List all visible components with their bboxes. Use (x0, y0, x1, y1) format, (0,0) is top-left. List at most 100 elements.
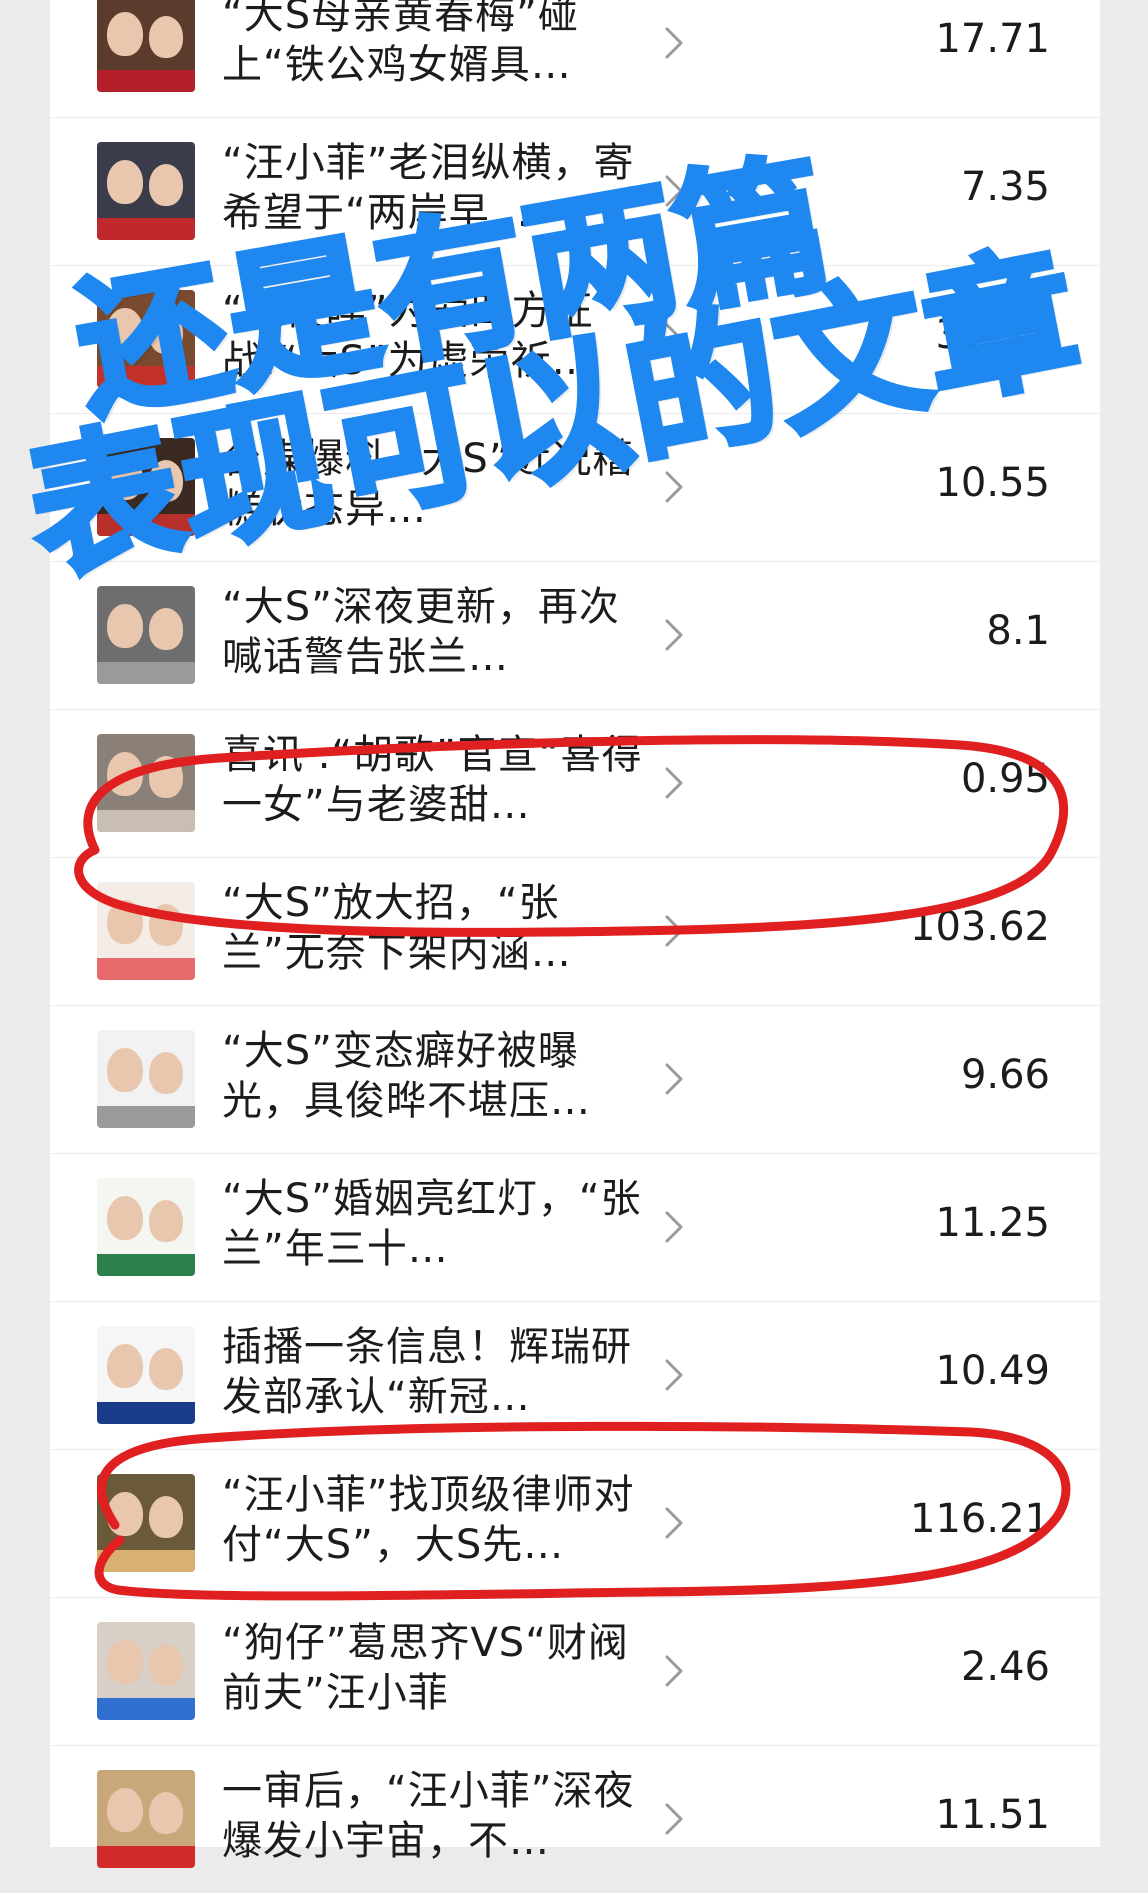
thumbnail-face (149, 1052, 183, 1094)
thumbnail-face (149, 1496, 183, 1538)
thumbnail-face (149, 460, 183, 502)
article-earnings-value: 7.35 (960, 164, 1050, 210)
thumbnail-banner (97, 1254, 195, 1276)
thumbnail-face (107, 900, 143, 944)
thumbnail-banner (97, 70, 195, 92)
article-thumbnail (97, 882, 195, 980)
article-earnings-value: 9.66 (960, 1052, 1050, 1098)
chevron-right-icon (665, 767, 683, 799)
article-row[interactable]: “汪小菲”老泪纵横，寄希望于“两岸早… 7.35 (50, 118, 1100, 266)
article-thumbnail (97, 1622, 195, 1720)
chevron-right-icon (665, 1359, 683, 1391)
article-row[interactable]: “狗仔”葛思齐VS“财阀前夫”汪小菲 2.46 (50, 1598, 1100, 1746)
thumbnail-face (149, 312, 183, 354)
article-row[interactable]: “具俊晔”为爱四方征战.“大S”为虚荣祈… 32.32 (50, 266, 1100, 414)
article-row[interactable]: 台媒爆料.“大S”近况糟糕状态异… 10.55 (50, 414, 1100, 562)
article-title: 插播一条信息！辉瑞研发部承认“新冠… (222, 1324, 632, 1420)
article-row[interactable]: “大S母亲黄春梅”碰上“铁公鸡女婿具… 17.71 (50, 0, 1100, 118)
article-list-panel: “大S母亲黄春梅”碰上“铁公鸡女婿具… 17.71 “汪小菲”老泪纵横，寄希望于“两… (50, 0, 1100, 1868)
chevron-right-icon (665, 1803, 683, 1835)
thumbnail-face (107, 1492, 143, 1536)
article-title: “大S母亲黄春梅”碰上“铁公鸡女婿具… (222, 0, 579, 88)
article-thumbnail (97, 586, 195, 684)
thumbnail-face (107, 1788, 143, 1832)
article-earnings-value: 2.46 (960, 1644, 1050, 1690)
article-title: “大S”变态癖好被曝光，具俊晔不堪压… (222, 1028, 591, 1124)
article-row[interactable]: “大S”婚姻亮红灯，“张兰”年三十… 11.25 (50, 1154, 1100, 1302)
chevron-right-icon (665, 1211, 683, 1243)
article-thumbnail (97, 1474, 195, 1572)
thumbnail-face (149, 608, 183, 650)
thumbnail-face (107, 1344, 143, 1388)
thumbnail-face (149, 1348, 183, 1390)
thumbnail-banner (97, 366, 195, 388)
article-thumbnail (97, 1770, 195, 1868)
thumbnail-banner (97, 1402, 195, 1424)
article-earnings-value: 10.55 (935, 460, 1050, 506)
article-earnings-value: 0.95 (960, 756, 1050, 802)
article-title: “大S”婚姻亮红灯，“张兰”年三十… (222, 1176, 642, 1272)
article-earnings-value: 116.21 (910, 1496, 1050, 1542)
thumbnail-face (149, 1644, 183, 1686)
article-title: “狗仔”葛思齐VS“财阀前夫”汪小菲 (222, 1620, 629, 1716)
article-title: 台媒爆料.“大S”近况糟糕状态异… (222, 436, 634, 532)
article-earnings-value: 10.49 (935, 1348, 1050, 1394)
thumbnail-face (107, 160, 143, 204)
thumbnail-face (149, 164, 183, 206)
article-row[interactable]: 一审后，“汪小菲”深夜爆发小宇宙，不… 11.51 (50, 1746, 1100, 1893)
thumbnail-face (107, 308, 143, 352)
article-title: “具俊晔”为爱四方征战.“大S”为虚荣祈… (222, 288, 594, 384)
article-thumbnail (97, 438, 195, 536)
chevron-right-icon (665, 1655, 683, 1687)
thumbnail-banner (97, 514, 195, 536)
article-thumbnail (97, 290, 195, 388)
article-row[interactable]: “大S”深夜更新，再次喊话警告张兰… 8.1 (50, 562, 1100, 710)
thumbnail-face (107, 1196, 143, 1240)
chevron-right-icon (665, 1063, 683, 1095)
thumbnail-face (149, 1792, 183, 1834)
thumbnail-banner (97, 662, 195, 684)
article-thumbnail (97, 142, 195, 240)
thumbnail-face (107, 12, 143, 56)
chevron-right-icon (665, 1507, 683, 1539)
thumbnail-banner (97, 1106, 195, 1128)
chevron-right-icon (665, 915, 683, 947)
article-title: 一审后，“汪小菲”深夜爆发小宇宙，不… (222, 1768, 635, 1864)
article-row[interactable]: “大S”变态癖好被曝光，具俊晔不堪压… 9.66 (50, 1006, 1100, 1154)
article-thumbnail (97, 1178, 195, 1276)
thumbnail-banner (97, 1698, 195, 1720)
thumbnail-face (149, 1200, 183, 1242)
chevron-right-icon (665, 175, 683, 207)
thumbnail-face (149, 904, 183, 946)
article-row[interactable]: “汪小菲”找顶级律师对付“大S”，大S先… 116.21 (50, 1450, 1100, 1598)
thumbnail-face (107, 752, 143, 796)
thumbnail-banner (97, 1550, 195, 1572)
article-thumbnail (97, 734, 195, 832)
article-earnings-value: 32.32 (935, 312, 1050, 358)
thumbnail-face (107, 1048, 143, 1092)
thumbnail-banner (97, 218, 195, 240)
article-earnings-value: 17.71 (935, 16, 1050, 62)
article-row[interactable]: 喜讯 .“胡歌”官宣“喜得一女”与老婆甜… 0.95 (50, 710, 1100, 858)
article-title: “汪小菲”找顶级律师对付“大S”，大S先… (222, 1472, 635, 1568)
article-title: “大S”深夜更新，再次喊话警告张兰… (222, 584, 620, 680)
article-thumbnail (97, 1030, 195, 1128)
article-earnings-value: 8.1 (986, 608, 1050, 654)
article-thumbnail (97, 0, 195, 92)
article-title: 喜讯 .“胡歌”官宣“喜得一女”与老婆甜… (222, 732, 643, 828)
article-row[interactable]: 插播一条信息！辉瑞研发部承认“新冠… 10.49 (50, 1302, 1100, 1450)
chevron-right-icon (665, 471, 683, 503)
article-title: “汪小菲”老泪纵横，寄希望于“两岸早… (222, 140, 635, 236)
article-list: “大S母亲黄春梅”碰上“铁公鸡女婿具… 17.71 “汪小菲”老泪纵横，寄希望于“两… (50, 0, 1100, 1893)
article-earnings-value: 11.25 (935, 1200, 1050, 1246)
thumbnail-banner (97, 958, 195, 980)
article-thumbnail (97, 1326, 195, 1424)
article-earnings-value: 11.51 (935, 1792, 1050, 1838)
chevron-right-icon (665, 619, 683, 651)
thumbnail-face (107, 456, 143, 500)
thumbnail-face (149, 756, 183, 798)
thumbnail-banner (97, 1846, 195, 1868)
article-row[interactable]: “大S”放大招，“张兰”无奈下架内涵… 103.62 (50, 858, 1100, 1006)
thumbnail-banner (97, 810, 195, 832)
article-earnings-value: 103.62 (910, 904, 1050, 950)
